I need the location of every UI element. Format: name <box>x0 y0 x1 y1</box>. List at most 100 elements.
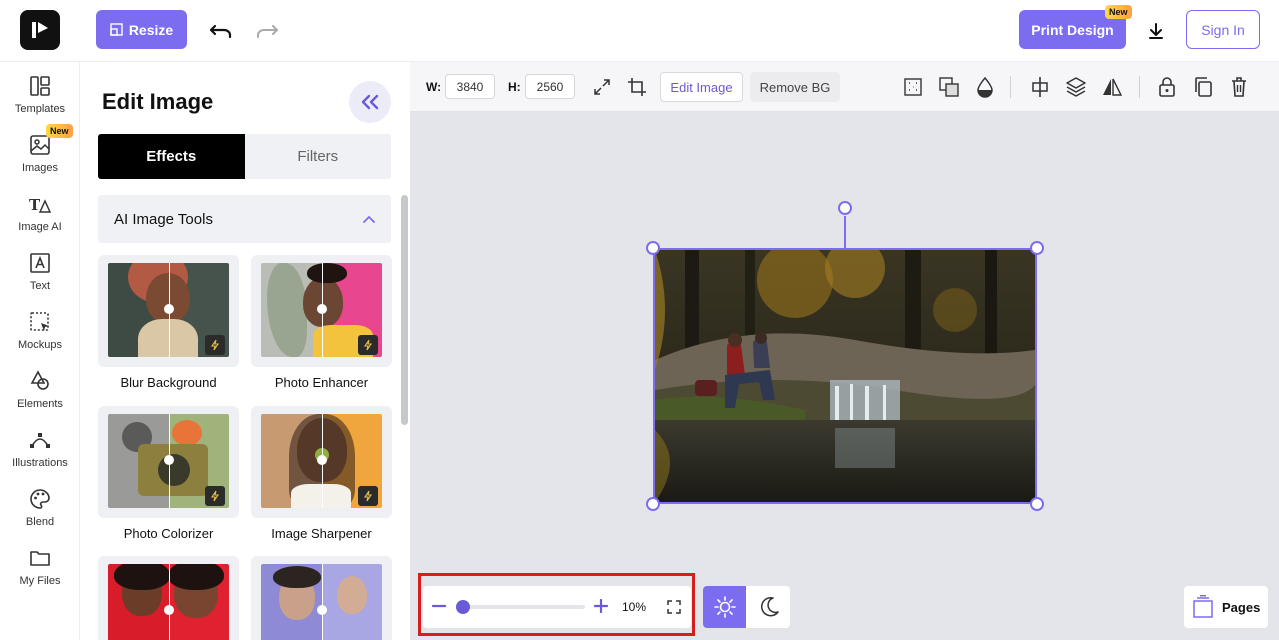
tool-label: Photo Colorizer <box>123 526 214 541</box>
remove-bg-button[interactable]: Remove BG <box>750 72 840 102</box>
tool-thumbnail <box>98 406 239 518</box>
top-bar: Resize Print Design New Sign In <box>0 0 1279 62</box>
rail-label: Image AI <box>18 221 62 233</box>
lock-icon[interactable] <box>1154 74 1180 100</box>
height-label: H: <box>508 80 521 94</box>
redo-icon[interactable] <box>254 18 280 44</box>
duplicate-icon[interactable] <box>1190 74 1216 100</box>
rail-label: Templates <box>14 103 66 115</box>
rail-label: Images <box>21 162 59 174</box>
moon-icon[interactable] <box>747 586 790 628</box>
pages-icon <box>1193 595 1213 618</box>
height-input[interactable]: 2560 <box>525 74 575 99</box>
canvas-image[interactable] <box>653 248 1037 504</box>
tab-effects[interactable]: Effects <box>98 134 245 179</box>
rail-item-templates[interactable]: Templates <box>0 74 80 130</box>
resize-handle-bottom-left[interactable] <box>646 497 660 511</box>
align-icon[interactable] <box>1027 74 1053 100</box>
rail-item-elements[interactable]: Elements <box>0 369 80 425</box>
rail-label: Text <box>29 280 51 292</box>
rail-item-text[interactable]: Text <box>0 251 80 307</box>
tool-thumbnail <box>98 255 239 367</box>
rail-label: Illustrations <box>12 457 68 469</box>
resize-label: Resize <box>128 21 174 38</box>
tool-card[interactable] <box>251 556 392 640</box>
opacity-drop-icon[interactable] <box>972 74 998 100</box>
toolbar-divider <box>1010 76 1011 98</box>
tool-card[interactable] <box>98 556 239 640</box>
zoom-out-icon[interactable] <box>429 596 449 616</box>
rail-label: My Files <box>19 575 61 587</box>
svg-text:T: T <box>29 196 41 214</box>
chevron-up-icon <box>363 215 375 223</box>
rail-item-image-ai[interactable]: T Image AI <box>0 192 80 248</box>
edit-image-button[interactable]: Edit Image <box>660 72 743 102</box>
zoom-slider-thumb[interactable] <box>456 600 470 614</box>
tool-card-photo-colorizer[interactable]: Photo Colorizer <box>98 406 239 541</box>
tool-label: Blur Background <box>120 375 217 390</box>
width-input[interactable]: 3840 <box>445 74 495 99</box>
rail-item-my-files[interactable]: My Files <box>0 546 80 602</box>
theme-toggle <box>703 586 790 628</box>
resize-button[interactable]: Resize <box>96 10 187 49</box>
rail-label: Elements <box>17 398 63 410</box>
new-badge: New <box>1105 5 1132 19</box>
tab-filters[interactable]: Filters <box>245 134 392 179</box>
zoom-slider-track[interactable] <box>458 605 585 609</box>
ai-bolt-icon <box>358 486 378 506</box>
tool-label: Photo Enhancer <box>274 375 369 390</box>
download-icon[interactable] <box>1143 18 1169 44</box>
zoom-in-icon[interactable] <box>591 596 611 616</box>
pages-label: Pages <box>1222 599 1261 615</box>
brand-logo-icon[interactable] <box>20 10 60 50</box>
width-label: W: <box>426 80 442 94</box>
collapse-panel-button[interactable] <box>349 81 391 123</box>
rotate-handle[interactable] <box>838 201 852 215</box>
layers-icon[interactable] <box>1063 74 1089 100</box>
expand-icon[interactable] <box>589 74 615 100</box>
image-toolbar: W: 3840 H: 2560 Edit Image Remove BG <box>410 62 1279 112</box>
tool-card-image-sharpener[interactable]: Image Sharpener <box>251 406 392 541</box>
zoom-value: 10% <box>622 600 647 614</box>
flip-icon[interactable] <box>1099 74 1125 100</box>
rail-item-images[interactable]: Images <box>0 133 80 189</box>
resize-handle-top-right[interactable] <box>1030 241 1044 255</box>
tool-thumbnail <box>251 556 392 640</box>
undo-icon[interactable] <box>208 18 234 44</box>
rail-item-illustrations[interactable]: Illustrations <box>0 428 80 484</box>
mockups-icon <box>30 312 49 331</box>
resize-handle-bottom-right[interactable] <box>1030 497 1044 511</box>
fullscreen-icon[interactable] <box>664 597 684 617</box>
crop-icon[interactable] <box>624 74 650 100</box>
ai-bolt-icon <box>205 486 225 506</box>
sun-icon[interactable] <box>703 586 746 628</box>
palette-icon <box>30 489 50 509</box>
tool-card-blur-background[interactable]: Blur Background <box>98 255 239 390</box>
edit-image-panel: Edit Image Effects Filters AI Image Tool… <box>80 62 410 640</box>
illustrations-icon <box>30 433 50 448</box>
rail-item-blend[interactable]: Blend <box>0 487 80 543</box>
grid-position-icon[interactable] <box>900 74 926 100</box>
trash-icon[interactable] <box>1226 74 1252 100</box>
tool-card-photo-enhancer[interactable]: Photo Enhancer <box>251 255 392 390</box>
new-badge: New <box>46 124 73 138</box>
ai-bolt-icon <box>358 335 378 355</box>
resize-icon <box>110 23 123 36</box>
panel-tabs: Effects Filters <box>98 134 391 179</box>
sign-in-label: Sign In <box>1201 21 1245 38</box>
overlap-icon[interactable] <box>936 74 962 100</box>
resize-handle-top-left[interactable] <box>646 241 660 255</box>
pages-button[interactable]: Pages <box>1184 586 1268 628</box>
sign-in-button[interactable]: Sign In <box>1186 10 1260 49</box>
tool-thumbnail <box>251 255 392 367</box>
folder-icon <box>30 551 50 566</box>
tool-thumbnail <box>251 406 392 518</box>
section-title: AI Image Tools <box>114 210 213 228</box>
rail-item-mockups[interactable]: Mockups <box>0 310 80 366</box>
rotate-line <box>844 216 846 248</box>
ai-bolt-icon <box>205 335 225 355</box>
panel-scrollbar[interactable] <box>401 195 408 425</box>
ai-image-tools-header[interactable]: AI Image Tools <box>98 195 391 243</box>
print-design-label: Print Design <box>1031 21 1114 38</box>
text-icon <box>30 253 50 273</box>
